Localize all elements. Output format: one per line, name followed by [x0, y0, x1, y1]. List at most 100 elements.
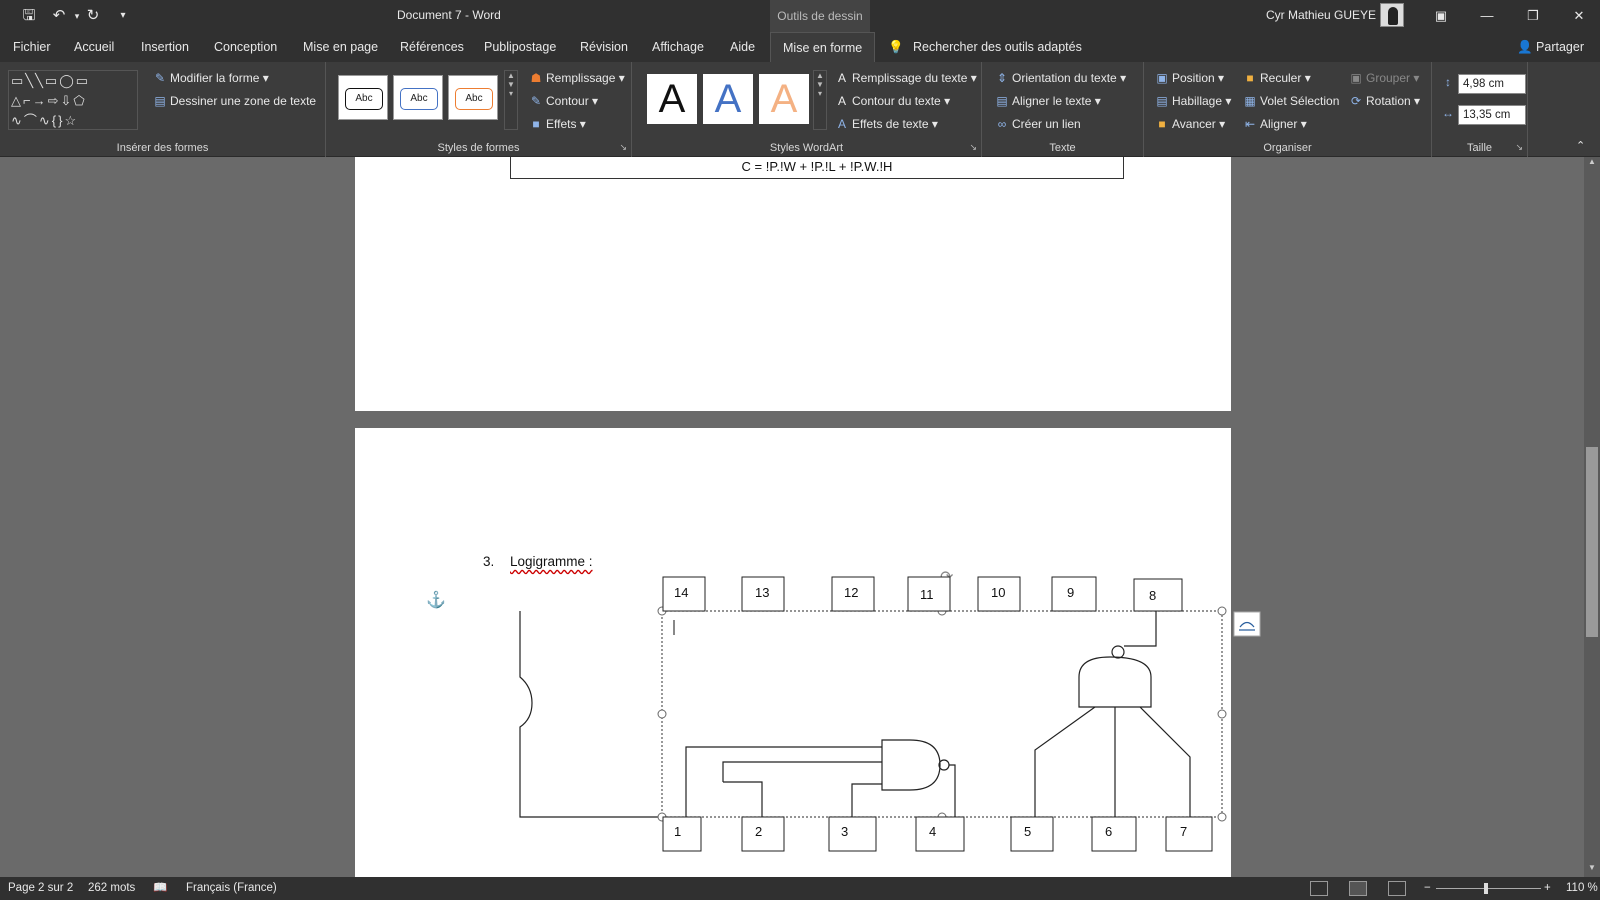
tab-mailings[interactable]: Publipostage: [484, 32, 556, 62]
tab-layout[interactable]: Mise en page: [303, 32, 378, 62]
dialog-launcher-icon[interactable]: ↘: [1515, 142, 1523, 153]
wordart-preview-orange[interactable]: A: [759, 74, 809, 124]
position-label: Position: [1172, 71, 1215, 85]
proofing-icon[interactable]: 📖: [153, 877, 167, 900]
vertical-scrollbar[interactable]: ▲ ▼: [1584, 157, 1600, 877]
logic-diagram[interactable]: ⟳: [0, 157, 1584, 877]
group-shape-styles: Abc Abc Abc ▲ ▼ ▾ ☗ Remplissage ▾ ✎ Contour …: [326, 62, 632, 157]
tab-references[interactable]: Références: [400, 32, 464, 62]
text-outline-button[interactable]: A Contour du texte ▾: [834, 93, 950, 109]
group-label: Organiser: [1263, 142, 1312, 154]
share-button[interactable]: 👤 Partager: [1517, 32, 1584, 62]
zoom-slider[interactable]: [1436, 888, 1541, 889]
scroll-thumb[interactable]: [1586, 447, 1598, 637]
position-button[interactable]: ▣ Position ▾: [1154, 70, 1224, 86]
language-indicator[interactable]: Français (France): [186, 877, 277, 900]
shape-height-field[interactable]: 4,98 cm: [1458, 74, 1526, 94]
lightbulb-icon[interactable]: 💡: [888, 32, 904, 62]
pin-label-8: 8: [1149, 588, 1157, 603]
draw-textbox-button[interactable]: ▤ Dessiner une zone de texte: [152, 93, 316, 109]
nand-gate-2-bubble: [1111, 645, 1125, 659]
save-icon[interactable]: 🖫: [18, 6, 40, 26]
dialog-launcher-icon[interactable]: ↘: [969, 142, 977, 153]
align-text-button[interactable]: ▤ Aligner le texte ▾: [994, 93, 1100, 109]
dialog-launcher-icon[interactable]: ↘: [619, 142, 627, 153]
shape-outline-button[interactable]: ✎ Contour ▾: [528, 93, 598, 109]
draw-textbox-label: Dessiner une zone de texte: [170, 94, 317, 108]
shape-outline-label: Contour: [546, 94, 589, 108]
rotate-button[interactable]: ⟳ Rotation ▾: [1348, 93, 1420, 109]
edit-shape-label: Modifier la forme: [170, 71, 260, 85]
scroll-down-icon[interactable]: ▼: [1584, 863, 1600, 877]
page-count[interactable]: Page 2 sur 2: [8, 877, 73, 900]
group-size: ↕ 4,98 cm ↔ 13,35 cm Taille ↘: [1432, 62, 1528, 157]
zoom-slider-thumb[interactable]: [1484, 883, 1488, 894]
tell-me-search[interactable]: Rechercher des outils adaptés: [913, 32, 1082, 62]
rotate-icon: ⟳: [1350, 94, 1362, 108]
ribbon-display-options-icon[interactable]: ▣: [1418, 0, 1464, 32]
shape-styles-more-button[interactable]: ▲ ▼ ▾: [504, 70, 518, 130]
zoom-out-icon[interactable]: −: [1424, 877, 1431, 900]
create-link-button[interactable]: ∞ Créer un lien: [994, 116, 1081, 132]
scroll-up-icon[interactable]: ▲: [1584, 157, 1600, 171]
ribbon-tab-bar: Fichier Accueil Insertion Conception Mis…: [0, 32, 1600, 62]
read-mode-icon[interactable]: [1310, 881, 1328, 896]
tab-view[interactable]: Affichage: [652, 32, 704, 62]
redo-icon[interactable]: ↻: [82, 6, 104, 26]
text-effects-label: Effets de texte: [852, 117, 929, 131]
shape-style-preview-orange[interactable]: Abc: [448, 75, 498, 120]
web-layout-icon[interactable]: [1388, 881, 1406, 896]
tab-insert[interactable]: Insertion: [141, 32, 189, 62]
shape-effects-button[interactable]: ■ Effets ▾: [528, 116, 585, 132]
align-button[interactable]: ⇤ Aligner ▾: [1242, 116, 1307, 132]
selection-pane-button[interactable]: ▦ Volet Sélection: [1242, 93, 1339, 109]
rotate-label: Rotation: [1366, 94, 1411, 108]
edit-shape-button[interactable]: ✎ Modifier la forme ▾: [152, 70, 269, 86]
shape-fill-button[interactable]: ☗ Remplissage ▾: [528, 70, 625, 86]
pin-label-4: 4: [929, 824, 937, 839]
tab-format[interactable]: Mise en forme: [770, 32, 876, 62]
user-name[interactable]: Cyr Mathieu GUEYE: [1266, 8, 1376, 22]
shape-style-preview-black[interactable]: Abc: [338, 75, 388, 120]
selection-frame: [661, 610, 1223, 818]
tab-design[interactable]: Conception: [214, 32, 277, 62]
pin-label-10: 10: [991, 585, 1006, 600]
group-text: ⇕ Orientation du texte ▾ ▤ Aligner le text…: [982, 62, 1144, 157]
zoom-in-icon[interactable]: +: [1544, 877, 1551, 900]
shapes-gallery[interactable]: ▭╲╲▭◯▭ △⌐→⇨⇩⬠ ∿⌒∿{}☆: [8, 70, 138, 130]
title-bar: 🖫 ↶ ▾ ↻ ▾ Document 7 - Word Outils de de…: [0, 0, 1600, 32]
print-layout-icon[interactable]: [1349, 881, 1367, 896]
restore-icon[interactable]: ❐: [1510, 0, 1556, 32]
minimize-icon[interactable]: —: [1464, 0, 1510, 32]
pin-label-9: 9: [1067, 585, 1075, 600]
wrap-text-button[interactable]: ▤ Habillage ▾: [1154, 93, 1231, 109]
avatar[interactable]: [1380, 3, 1404, 27]
text-effects-icon: A: [837, 117, 846, 131]
group-button[interactable]: ▣ Grouper ▾: [1348, 70, 1419, 86]
wordart-preview-blue[interactable]: A: [703, 74, 753, 124]
edit-shape-icon: ✎: [154, 71, 166, 85]
tab-file[interactable]: Fichier: [13, 32, 51, 62]
send-backward-button[interactable]: ■ Reculer ▾: [1242, 70, 1310, 86]
wordart-more-button[interactable]: ▲ ▼ ▾: [813, 70, 827, 130]
group-wordart-styles: A A A ▲ ▼ ▾ A Remplissage du texte ▾ A Conto…: [632, 62, 982, 157]
collapse-ribbon-icon[interactable]: ⌃: [1576, 138, 1585, 154]
preview-label: Abc: [455, 88, 493, 110]
tab-help[interactable]: Aide: [730, 32, 755, 62]
shape-width-field[interactable]: 13,35 cm: [1458, 105, 1526, 125]
word-count[interactable]: 262 mots: [88, 877, 135, 900]
text-effects-button[interactable]: A Effets de texte ▾: [834, 116, 938, 132]
textbox-icon: ▤: [154, 94, 166, 108]
wordart-preview-black[interactable]: A: [647, 74, 697, 124]
zoom-level[interactable]: 110 %: [1566, 877, 1598, 900]
group-label: Texte: [1049, 142, 1076, 154]
customize-quick-access-icon[interactable]: ▾: [112, 6, 134, 26]
pin-label-3: 3: [841, 824, 849, 839]
tab-review[interactable]: Révision: [580, 32, 628, 62]
shape-style-preview-blue[interactable]: Abc: [393, 75, 443, 120]
bring-forward-button[interactable]: ■ Avancer ▾: [1154, 116, 1225, 132]
close-icon[interactable]: ✕: [1556, 0, 1600, 32]
tab-home[interactable]: Accueil: [74, 32, 114, 62]
text-fill-button[interactable]: A Remplissage du texte ▾: [834, 70, 977, 86]
text-direction-button[interactable]: ⇕ Orientation du texte ▾: [994, 70, 1126, 86]
